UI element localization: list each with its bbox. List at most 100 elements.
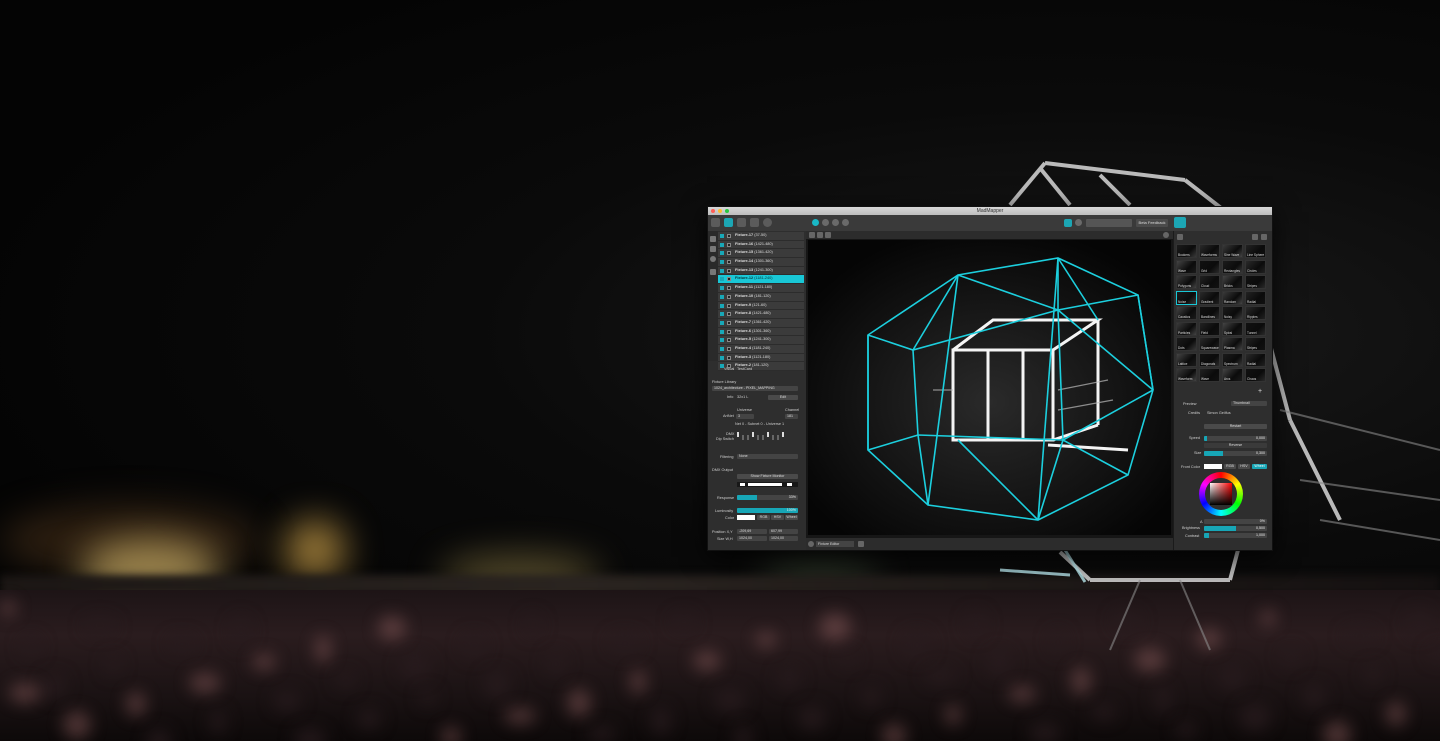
visibility-checkbox[interactable]: [720, 303, 724, 308]
color-mode-wheel[interactable]: Wheel: [785, 515, 798, 520]
dip-switch[interactable]: [737, 432, 739, 437]
fixture-list-item[interactable]: Fixture-8 (1421-480): [718, 310, 804, 319]
fixture-list-item[interactable]: Fixture-10 (181-120): [718, 292, 804, 302]
media-thumbnail[interactable]: Arcs: [1222, 368, 1243, 382]
visibility-checkbox[interactable]: [720, 346, 724, 351]
surfaces-icon[interactable]: [711, 218, 720, 227]
media-thumbnail[interactable]: Wave: [1199, 368, 1220, 382]
dip-switch[interactable]: [752, 432, 754, 437]
lock-checkbox[interactable]: [727, 234, 731, 238]
fixture-library-select[interactable]: 1024_architecture - PIXEL_MAPPING: [712, 386, 798, 391]
media-thumbnail[interactable]: Bookers: [1176, 244, 1197, 258]
dip-switch[interactable]: [767, 432, 769, 437]
media-thumbnail[interactable]: Squarewave: [1199, 337, 1220, 351]
alpha-slider[interactable]: 0%: [1204, 519, 1267, 524]
visibility-checkbox[interactable]: [720, 329, 724, 334]
front-color-hsv[interactable]: HSV: [1238, 464, 1250, 469]
media-thumbnail[interactable]: Field: [1199, 321, 1220, 336]
contrast-slider[interactable]: 1,000: [1204, 533, 1267, 538]
show-fixture-monitor-button[interactable]: Show Fixture Monitor: [737, 474, 798, 479]
media-thumbnail[interactable]: Grid: [1199, 259, 1220, 274]
dip-switch[interactable]: [757, 435, 759, 440]
group-tool-icon[interactable]: [710, 269, 716, 275]
universe-field[interactable]: 3: [736, 414, 754, 419]
position-x-field[interactable]: -209,69: [737, 529, 767, 534]
zoom-icon[interactable]: [808, 541, 814, 547]
inputs-icon[interactable]: [750, 218, 759, 227]
fixture-list-item[interactable]: Fixture-12 (1181-240): [718, 275, 804, 285]
visibility-checkbox[interactable]: [720, 286, 724, 291]
saturation-value-square[interactable]: [1210, 483, 1232, 505]
visibility-checkbox[interactable]: [720, 251, 724, 256]
filtering-select[interactable]: None: [737, 454, 798, 459]
output-tool-icon[interactable]: [842, 219, 849, 226]
move-tool-icon[interactable]: [822, 219, 829, 226]
media-thumbnail[interactable]: Bandlines: [1199, 306, 1220, 320]
channel-field[interactable]: 181: [785, 414, 798, 419]
edit-button[interactable]: Edit: [768, 395, 798, 400]
output-select[interactable]: [1086, 219, 1132, 227]
fixture-list-item[interactable]: Fixture-4 (1181-240): [718, 344, 804, 354]
media-thumbnail[interactable]: Gradient: [1199, 290, 1220, 305]
add-icon[interactable]: [809, 232, 815, 238]
visibility-checkbox[interactable]: [720, 277, 724, 282]
media-thumbnail[interactable]: Ripples: [1245, 306, 1266, 320]
fixture-list-item[interactable]: Fixture-17 (37-50): [718, 232, 804, 241]
media-thumbnail[interactable]: Waveforms: [1199, 244, 1220, 258]
fixture-list-item[interactable]: Fixture-9 (121-60): [718, 301, 804, 311]
media-thumbnail[interactable]: Dots: [1176, 337, 1197, 351]
media-thumbnail[interactable]: Plasma: [1222, 337, 1243, 351]
front-color-rgb[interactable]: RGB: [1224, 464, 1236, 469]
media-thumbnail[interactable]: Chaos: [1245, 368, 1266, 382]
media-thumbnail[interactable]: Noise: [1176, 290, 1197, 305]
lock-checkbox[interactable]: [727, 338, 731, 343]
beta-feedback-button[interactable]: Beta Feedback: [1136, 219, 1168, 227]
fit-icon[interactable]: [825, 232, 831, 238]
dip-switch[interactable]: [742, 435, 744, 440]
brightness-slider[interactable]: 0,500: [1204, 526, 1267, 531]
media-thumbnail[interactable]: Radial: [1245, 352, 1266, 367]
visibility-checkbox[interactable]: [720, 268, 724, 273]
position-y-field[interactable]: 607,99: [769, 529, 798, 534]
fixture-list-item[interactable]: Fixture-13 (1241-300): [718, 266, 804, 276]
settings-icon[interactable]: [763, 218, 772, 227]
media-thumbnail[interactable]: Wave: [1176, 259, 1197, 274]
dip-switch[interactable]: [777, 435, 779, 440]
media-thumbnail[interactable]: Spectrum: [1222, 352, 1243, 367]
restart-button[interactable]: Restart: [1204, 424, 1267, 429]
list-view-icon[interactable]: [1252, 234, 1258, 240]
mapping-canvas[interactable]: [808, 240, 1171, 535]
media-thumbnail[interactable]: Line Sphere: [1245, 244, 1266, 258]
media-thumbnail[interactable]: Particles: [1176, 321, 1197, 336]
media-thumbnail[interactable]: Noisy: [1222, 306, 1243, 320]
lock-checkbox[interactable]: [727, 303, 731, 308]
circle-tool-icon[interactable]: [710, 256, 716, 262]
front-color-swatch[interactable]: [1204, 464, 1222, 469]
lock-checkbox[interactable]: [727, 329, 731, 334]
response-slider[interactable]: 33%: [737, 495, 798, 500]
lock-checkbox[interactable]: [727, 320, 731, 325]
pointer-tool-icon[interactable]: [710, 236, 716, 242]
visibility-checkbox[interactable]: [720, 312, 724, 317]
eye-icon[interactable]: [1075, 219, 1082, 226]
panel-toggle-icon[interactable]: [1174, 217, 1186, 228]
minus-tool-icon[interactable]: [832, 219, 839, 226]
media-icon[interactable]: [737, 218, 746, 227]
lock-checkbox[interactable]: [727, 312, 731, 317]
lock-checkbox[interactable]: [727, 294, 731, 299]
fixture-list-item[interactable]: Fixture-7 (1361-420): [718, 318, 804, 328]
visibility-checkbox[interactable]: [720, 355, 724, 360]
media-thumbnail[interactable]: Cloud: [1199, 275, 1220, 289]
reverse-toggle[interactable]: Reverse: [1204, 443, 1267, 448]
visibility-checkbox[interactable]: [720, 338, 724, 343]
viewport-settings-icon[interactable]: [1163, 232, 1169, 238]
fixture-list-item[interactable]: Fixture-3 (1121-180): [718, 353, 804, 363]
speed-slider[interactable]: 0,000: [1204, 436, 1267, 441]
media-thumbnail[interactable]: Radial: [1245, 290, 1266, 305]
media-thumbnail[interactable]: Diagonals: [1199, 352, 1220, 367]
select-tool-icon[interactable]: [812, 219, 819, 226]
media-thumbnail[interactable]: Tunnel: [1245, 321, 1266, 336]
media-thumbnail[interactable]: Stripes: [1245, 275, 1266, 289]
lock-checkbox[interactable]: [727, 251, 731, 256]
lock-checkbox[interactable]: [727, 277, 731, 282]
